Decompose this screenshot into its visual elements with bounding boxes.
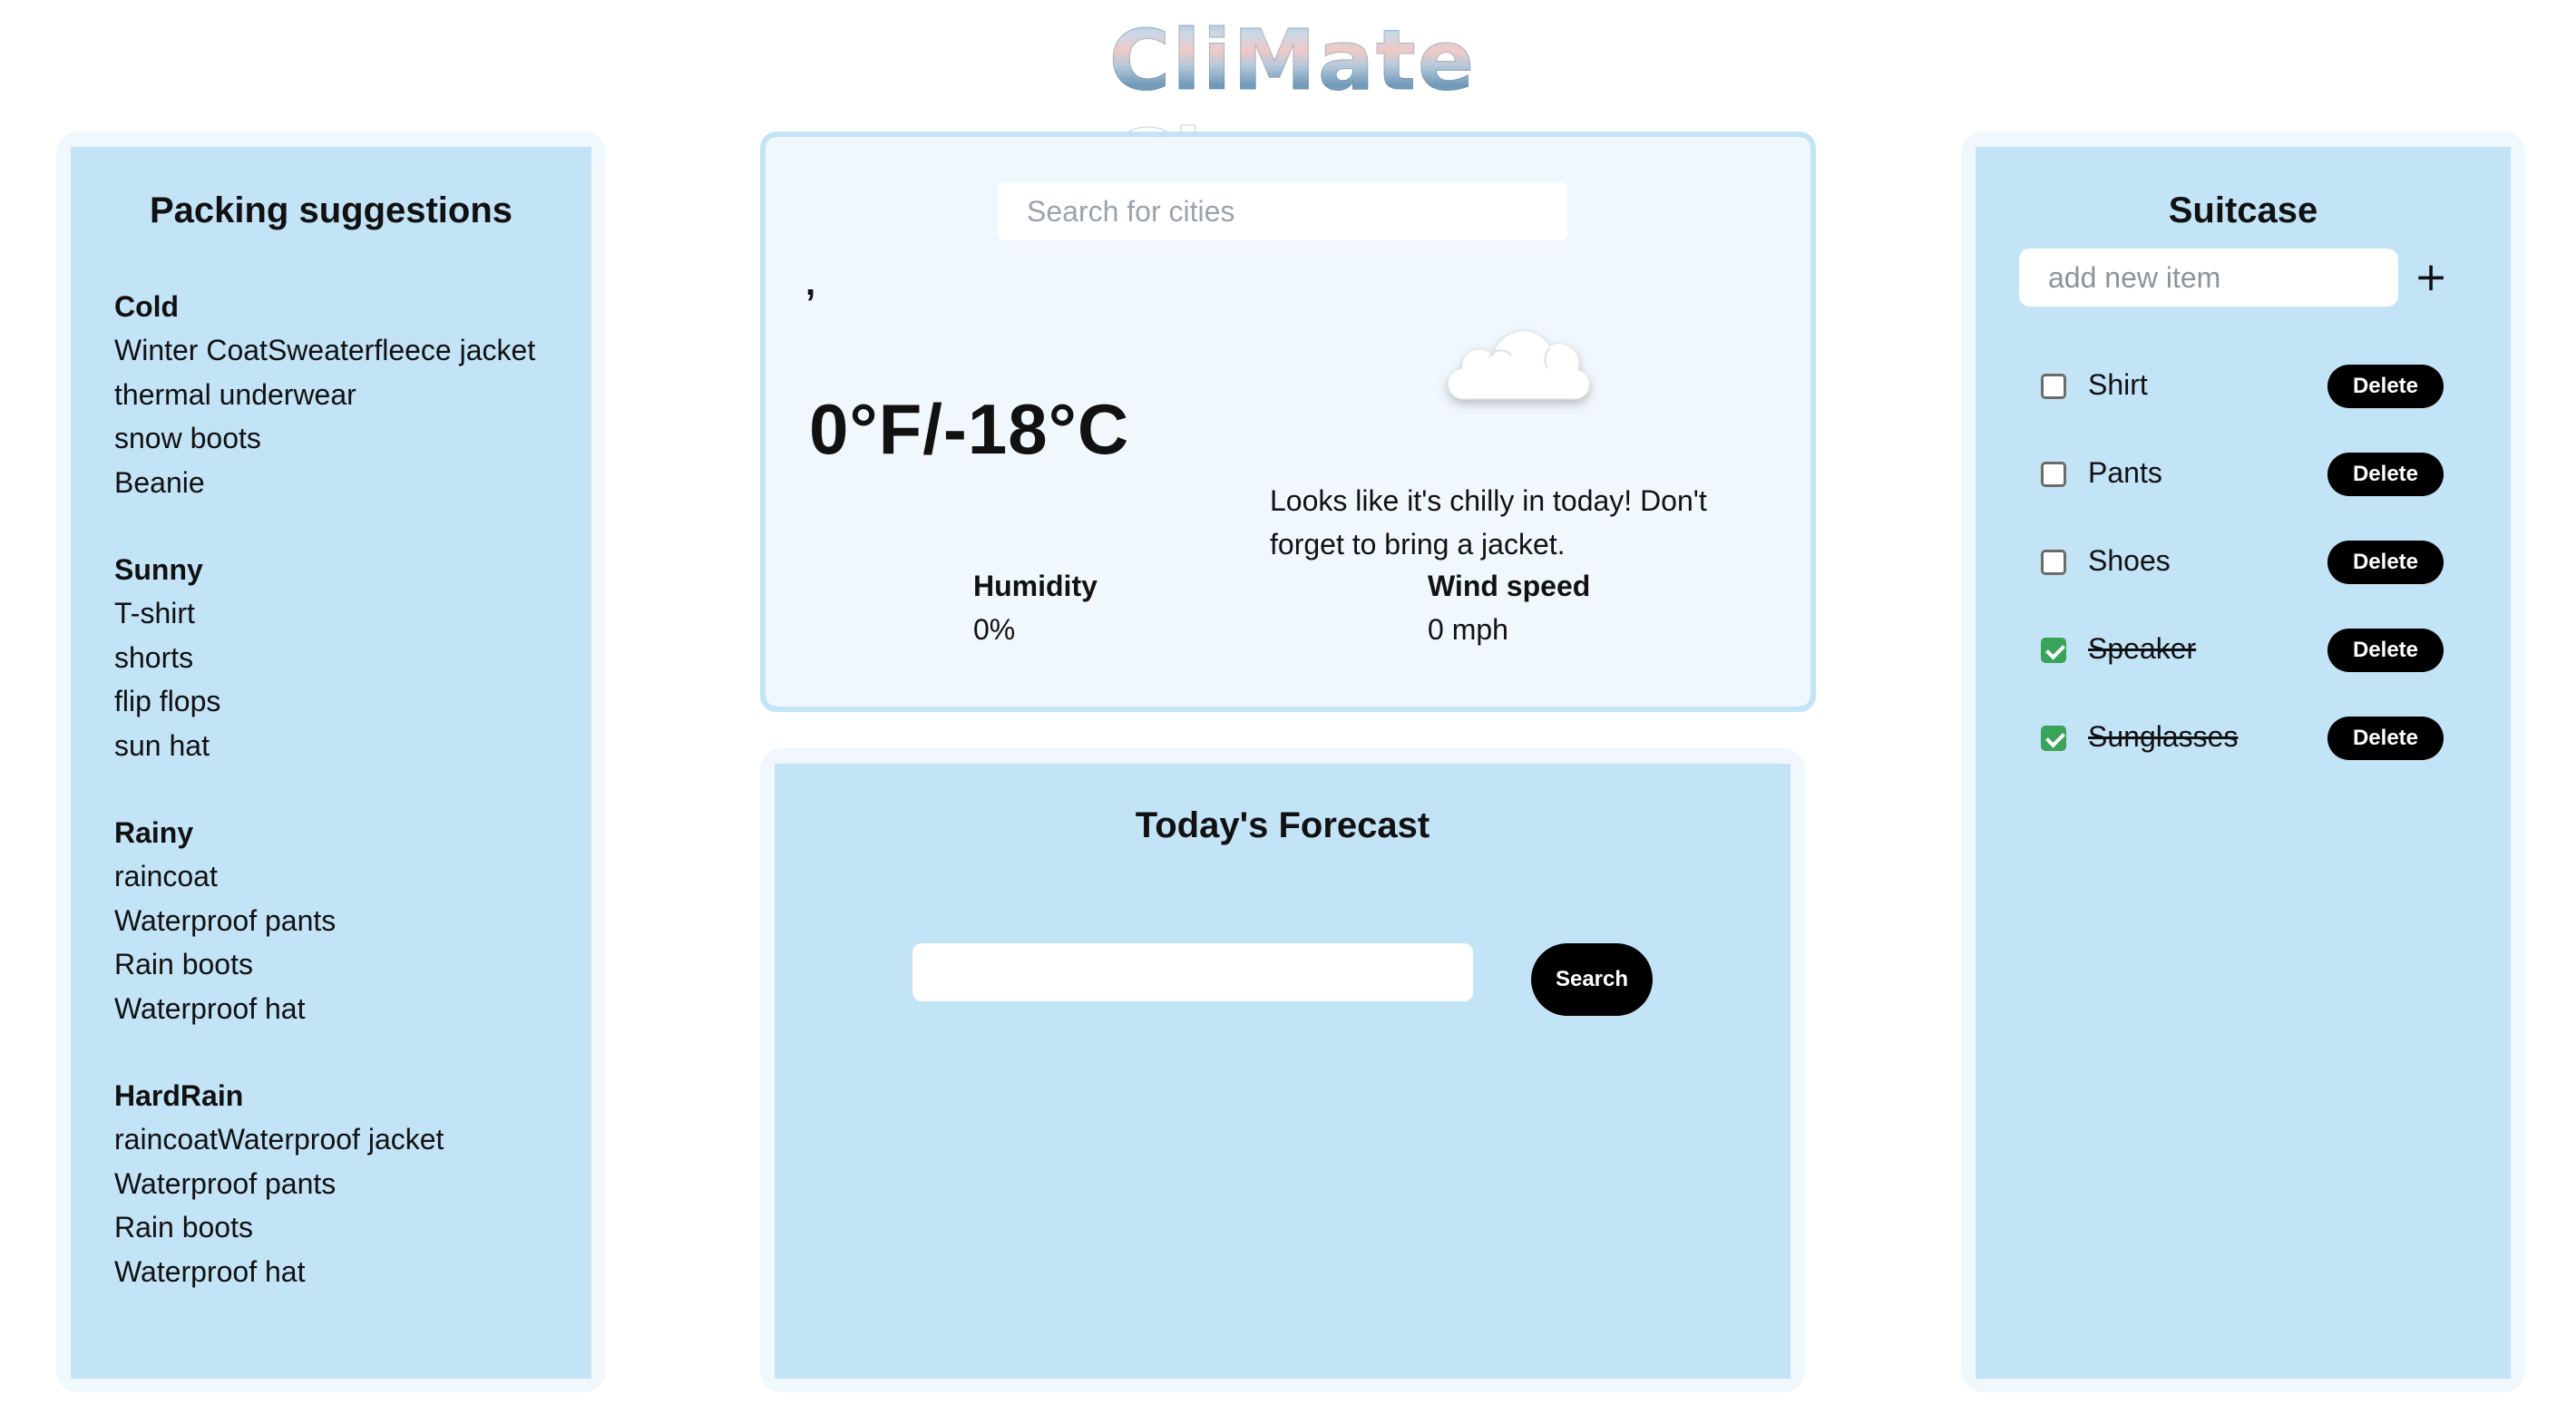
city-search-input[interactable] bbox=[998, 182, 1567, 240]
packing-item: flip flops bbox=[114, 685, 221, 717]
packing-item: Waterproof hat bbox=[114, 1254, 306, 1288]
delete-button[interactable]: Delete bbox=[2327, 453, 2444, 496]
packing-item: Winter CoatSweaterfleece jacket bbox=[114, 334, 536, 366]
suitcase-item-label: Speaker bbox=[2088, 632, 2197, 665]
site-title: CliMate Change bbox=[952, 11, 1633, 210]
add-item-input[interactable] bbox=[2019, 249, 2398, 307]
item-checkbox[interactable] bbox=[2041, 638, 2066, 663]
packing-item: Waterproof pants bbox=[114, 903, 337, 937]
delete-button[interactable]: Delete bbox=[2327, 629, 2444, 672]
humidity-value: 0% bbox=[973, 613, 1016, 646]
packing-group-hardrain: HardRain raincoatWaterproof jacket Water… bbox=[114, 1074, 586, 1293]
item-checkbox[interactable] bbox=[2041, 374, 2066, 399]
suitcase-item: Sunglasses Delete bbox=[2041, 717, 2449, 762]
suitcase-item-label: Sunglasses bbox=[2088, 720, 2239, 753]
packing-item: Beanie bbox=[114, 465, 205, 499]
packing-item: shorts bbox=[114, 640, 194, 674]
packing-item: raincoat bbox=[114, 860, 218, 892]
forecast-search-button[interactable]: Search bbox=[1531, 943, 1653, 1016]
suitcase-panel bbox=[1976, 147, 2511, 1379]
item-checkbox[interactable] bbox=[2041, 550, 2066, 575]
wind-speed-value: 0 mph bbox=[1428, 613, 1508, 646]
city-name: , bbox=[805, 263, 816, 303]
suitcase-title: Suitcase bbox=[2168, 190, 2318, 230]
delete-button[interactable]: Delete bbox=[2327, 541, 2444, 584]
packing-category: Cold bbox=[114, 290, 180, 323]
packing-title: Packing suggestions bbox=[149, 190, 513, 230]
suitcase-item: Shoes Delete bbox=[2041, 541, 2449, 586]
suitcase-item-label: Shoes bbox=[2088, 544, 2171, 577]
packing-group-rainy: Rainy raincoat Waterproof pants Rain boo… bbox=[114, 811, 586, 1030]
suitcase-item-label: Pants bbox=[2088, 456, 2162, 489]
temperature-readout: 0°F/-18°C bbox=[809, 389, 1130, 469]
packing-item: snow boots bbox=[114, 422, 261, 454]
add-item-button[interactable]: + bbox=[2413, 254, 2449, 301]
packing-group-cold: Cold Winter CoatSweaterfleece jacket the… bbox=[114, 285, 586, 504]
suitcase-item: Speaker Delete bbox=[2041, 629, 2449, 674]
packing-item: raincoatWaterproof jacket bbox=[114, 1123, 444, 1156]
packing-group-sunny: Sunny T-shirt shorts flip flops sun hat bbox=[114, 548, 586, 767]
packing-item: Rain boots bbox=[114, 948, 253, 980]
suitcase-item-label: Shirt bbox=[2088, 368, 2148, 401]
humidity-label: Humidity bbox=[973, 570, 1098, 602]
suitcase-item: Pants Delete bbox=[2041, 453, 2449, 498]
packing-item: thermal underwear bbox=[114, 377, 356, 411]
packing-item: Waterproof pants bbox=[114, 1166, 337, 1200]
delete-button[interactable]: Delete bbox=[2327, 365, 2444, 408]
cloud-icon bbox=[1435, 305, 1598, 414]
packing-item: sun hat bbox=[114, 728, 210, 762]
weather-message: Looks like it's chilly in today! Don't f… bbox=[1270, 484, 1707, 561]
item-checkbox[interactable] bbox=[2041, 462, 2066, 487]
wind-speed-label: Wind speed bbox=[1428, 570, 1591, 602]
item-checkbox[interactable] bbox=[2041, 726, 2066, 751]
packing-category: Sunny bbox=[114, 553, 203, 586]
suitcase-item: Shirt Delete bbox=[2041, 365, 2449, 410]
forecast-panel bbox=[775, 764, 1791, 1379]
packing-item: T-shirt bbox=[114, 597, 195, 629]
packing-category: HardRain bbox=[114, 1079, 244, 1112]
packing-item: Waterproof hat bbox=[114, 991, 306, 1025]
delete-button[interactable]: Delete bbox=[2327, 717, 2444, 760]
packing-category: Rainy bbox=[114, 816, 194, 849]
forecast-title: Today's Forecast bbox=[1135, 805, 1430, 845]
packing-item: Rain boots bbox=[114, 1211, 253, 1244]
forecast-search-input[interactable] bbox=[912, 943, 1473, 1001]
packing-list: Cold Winter CoatSweaterfleece jacket the… bbox=[114, 285, 586, 1337]
